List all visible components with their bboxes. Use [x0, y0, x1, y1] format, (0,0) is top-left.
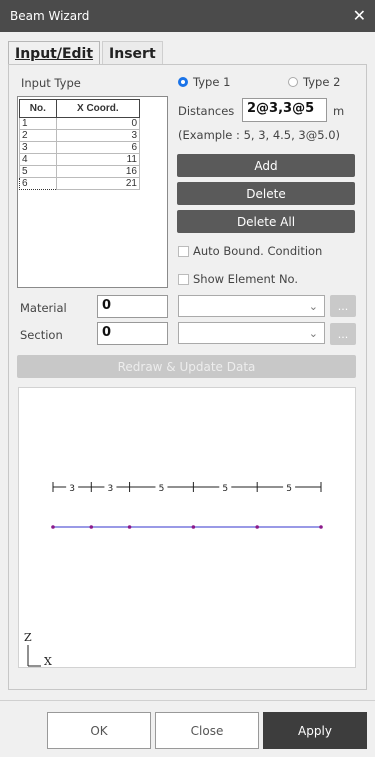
- auto-bound-checkbox[interactable]: Auto Bound. Condition: [178, 244, 322, 258]
- show-element-label: Show Element No.: [193, 272, 299, 286]
- beam-node: [255, 525, 259, 529]
- delete-button[interactable]: Delete: [177, 182, 355, 205]
- axis-indicator: Z X: [24, 631, 52, 668]
- span-label: 5: [222, 484, 228, 494]
- table-row[interactable]: 10: [19, 117, 141, 130]
- grid-cell-x[interactable]: 3: [55, 129, 141, 142]
- material-select[interactable]: ⌄: [178, 295, 325, 317]
- close-button[interactable]: Close: [155, 712, 259, 749]
- grid-cell-no[interactable]: 2: [19, 129, 57, 142]
- tab-input-edit[interactable]: Input/Edit: [8, 41, 101, 65]
- span-label: 3: [108, 484, 114, 494]
- beam-node: [191, 525, 196, 529]
- show-element-checkbox[interactable]: Show Element No.: [178, 272, 298, 286]
- preview-canvas[interactable]: 3 3 5 5 5 Z X: [18, 387, 356, 668]
- radio-selected-icon: [178, 77, 188, 87]
- beam-preview-svg: 3 3 5 5 5 Z X: [24, 482, 323, 668]
- table-row[interactable]: 4 11: [19, 153, 141, 166]
- auto-bound-label: Auto Bound. Condition: [193, 244, 323, 258]
- checkbox-icon: [178, 245, 189, 257]
- table-row[interactable]: 23: [19, 129, 141, 142]
- window-title: Beam Wizard: [10, 9, 90, 23]
- distances-unit: m: [333, 104, 345, 118]
- section-more-button[interactable]: ...: [330, 323, 356, 345]
- close-icon[interactable]: ✕: [353, 8, 366, 24]
- beam-node: [51, 525, 55, 529]
- material-input[interactable]: 0: [97, 295, 168, 318]
- span-label: 5: [159, 484, 165, 494]
- table-row[interactable]: 6 21: [19, 177, 141, 190]
- grid-cell-no[interactable]: 1: [19, 117, 57, 130]
- tab-strip: Input/Edit Insert: [8, 41, 163, 65]
- section-label: Section: [20, 328, 63, 342]
- beam-node: [89, 525, 94, 529]
- type2-label: Type 2: [303, 75, 341, 89]
- radio-unselected-icon: [288, 77, 298, 87]
- type1-label: Type 1: [193, 75, 231, 89]
- beam-node: [127, 525, 132, 529]
- grid-cell-no[interactable]: 3: [19, 141, 57, 154]
- span-label: 5: [286, 484, 292, 494]
- ok-button[interactable]: OK: [47, 712, 151, 749]
- distances-input[interactable]: 2@3,3@5: [242, 98, 327, 122]
- span-label: 3: [69, 484, 75, 494]
- axis-x-label: X: [44, 655, 52, 667]
- input-type-label: Input Type: [21, 76, 81, 90]
- distances-label: Distances: [178, 104, 235, 118]
- title-bar: Beam Wizard ✕: [0, 0, 375, 32]
- dimension-line: 3 3 5 5 5: [52, 482, 322, 494]
- type2-radio[interactable]: Type 2: [288, 75, 340, 89]
- beam-node: [319, 525, 323, 529]
- material-more-button[interactable]: ...: [330, 295, 356, 317]
- table-row[interactable]: 5 16: [19, 165, 141, 178]
- section-select[interactable]: ⌄: [178, 322, 325, 344]
- chevron-down-icon: ⌄: [308, 327, 318, 340]
- grid-cell-x[interactable]: 6: [55, 141, 141, 154]
- footer-divider: [0, 700, 375, 701]
- table-row[interactable]: 36: [19, 141, 141, 154]
- grid-cell-x[interactable]: 0: [55, 117, 141, 130]
- grid-header-x[interactable]: X Coord.: [55, 99, 141, 118]
- type1-radio[interactable]: Type 1: [178, 75, 230, 89]
- add-button[interactable]: Add: [177, 154, 355, 177]
- material-label: Material: [20, 301, 67, 315]
- beam-line: [51, 525, 323, 529]
- axis-z-label: Z: [24, 631, 32, 644]
- grid-cell-no[interactable]: 6: [19, 177, 57, 190]
- grid-cell-no[interactable]: 4: [19, 153, 57, 166]
- chevron-down-icon: ⌄: [308, 300, 318, 313]
- grid-cell-no[interactable]: 5: [19, 165, 57, 178]
- apply-button[interactable]: Apply: [263, 712, 367, 749]
- grid-cell-x[interactable]: 21: [55, 177, 141, 190]
- checkbox-icon: [178, 273, 189, 285]
- coordinate-grid[interactable]: No. X Coord. 10 23 36 4 11 5 16 6 21: [17, 96, 168, 288]
- grid-header-no[interactable]: No.: [19, 99, 57, 118]
- tab-insert[interactable]: Insert: [102, 41, 163, 65]
- grid-cell-x[interactable]: 11: [55, 153, 141, 166]
- redraw-update-button[interactable]: Redraw & Update Data: [17, 355, 356, 378]
- distances-example: (Example : 5, 3, 4.5, 3@5.0): [178, 128, 341, 142]
- section-input[interactable]: 0: [97, 322, 168, 345]
- grid-cell-x[interactable]: 16: [55, 165, 141, 178]
- delete-all-button[interactable]: Delete All: [177, 210, 355, 233]
